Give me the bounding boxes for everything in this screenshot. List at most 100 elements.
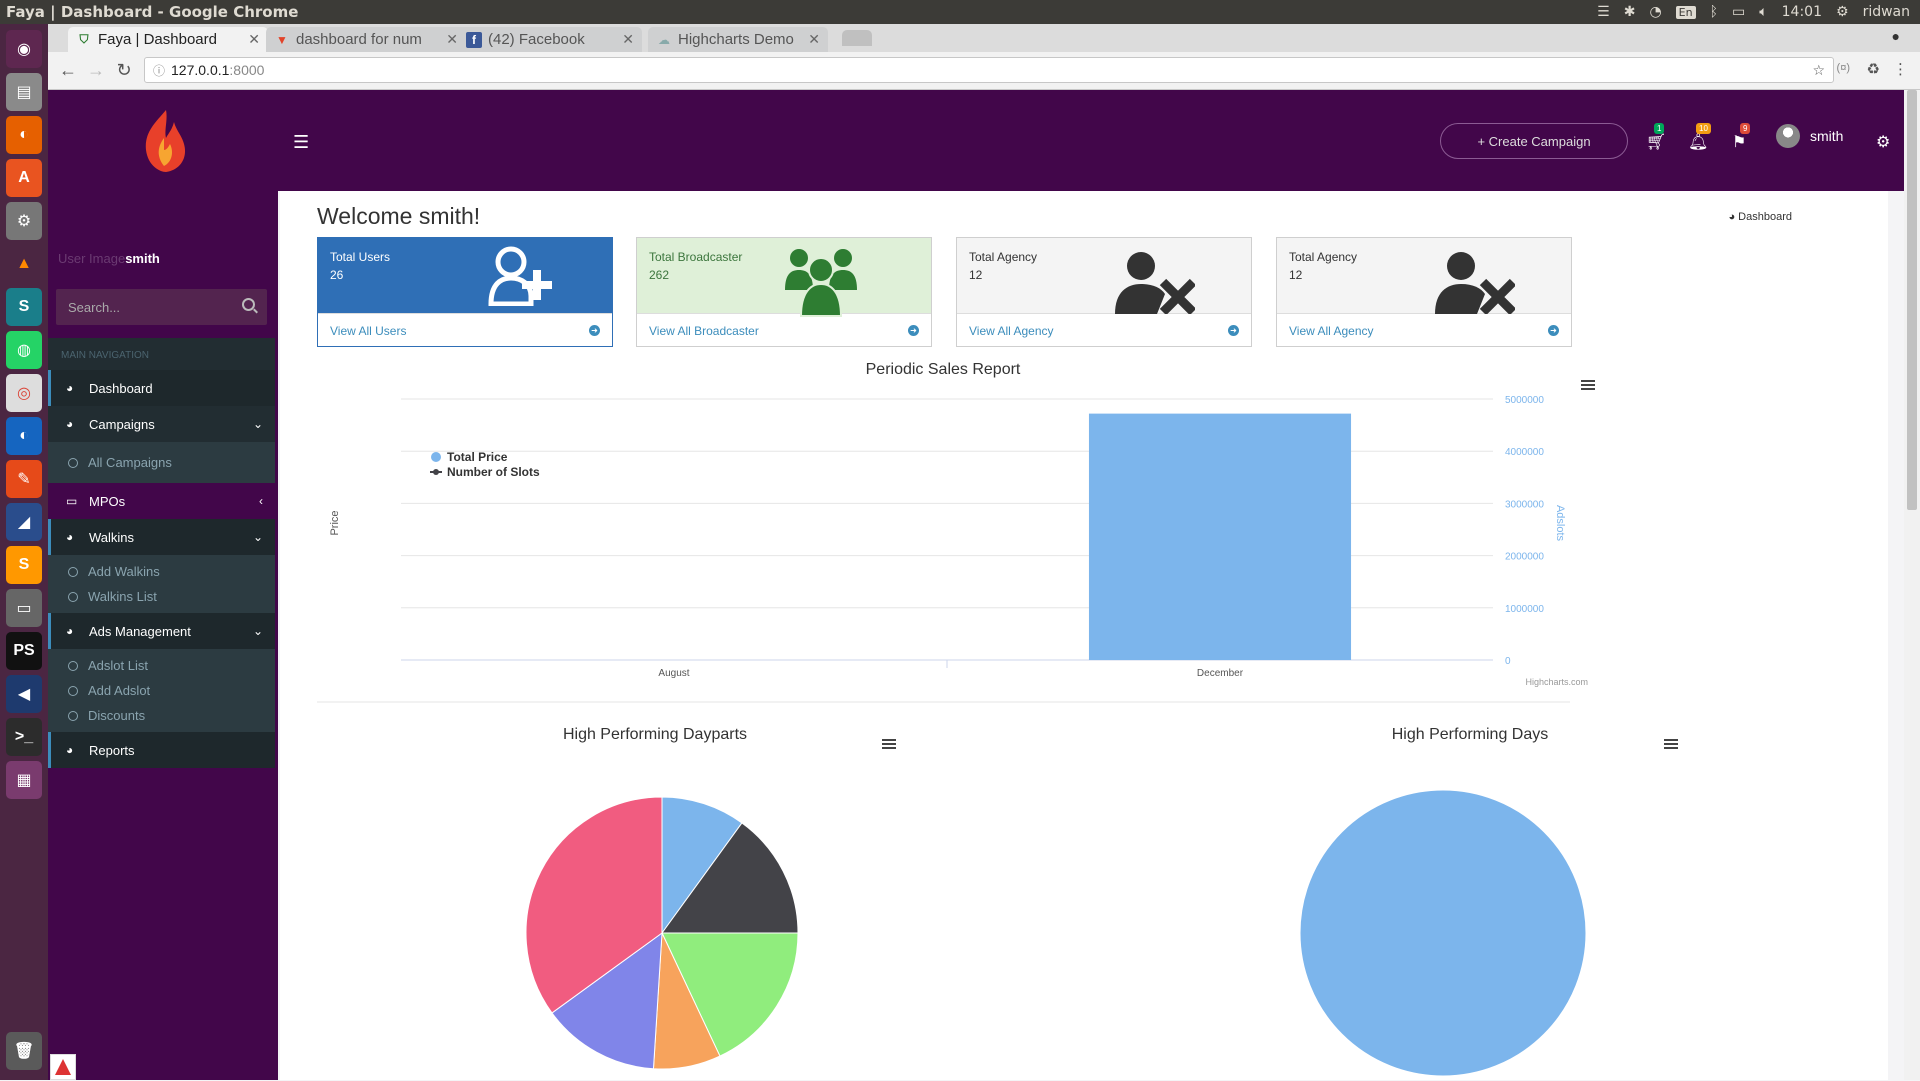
app-corner-icon[interactable] [50,1054,76,1080]
create-campaign-button[interactable]: + Create Campaign [1440,123,1628,159]
extension-icon[interactable]: ♻ [1867,60,1880,78]
back-icon[interactable]: ← [54,60,82,81]
close-icon[interactable]: ✕ [808,31,820,48]
sidebar-item-all-campaigns[interactable]: All Campaigns [48,450,275,475]
system-user[interactable]: ridwan [1863,4,1910,20]
files-icon[interactable]: ▤ [6,73,42,111]
sidebar-search-input[interactable]: Search... [56,289,267,325]
gear-icon[interactable]: ⚙ [1836,4,1849,20]
dashboard-icon: ◕ [1728,211,1739,223]
vscode-icon[interactable]: ◀ [6,675,42,713]
workspace-icon[interactable]: ▦ [6,761,42,799]
chevron-down-icon: ⌄ [252,530,263,544]
sidebar-item-reports[interactable]: ◕ Reports [48,732,275,768]
close-icon[interactable]: ✕ [622,31,634,48]
terminal-icon[interactable]: >_ [6,718,42,756]
browser-tab-gitlab[interactable]: ▼ dashboard for num ✕ [266,27,466,52]
kebab-menu-icon[interactable]: ⋮ [1893,60,1908,78]
firefox-icon[interactable]: ◐ [6,116,42,154]
phpstorm-icon[interactable]: PS [6,632,42,670]
cast-icon[interactable]: (¤) [1837,62,1850,74]
browser-tab-bar: ⛉ Faya | Dashboard ✕ ▼ dashboard for num… [48,24,1920,52]
ubuntu-icon[interactable]: ◉ [6,30,42,68]
sidebar-item-dashboard[interactable]: ◕ Dashboard [48,370,275,406]
dayparts-pie [525,796,799,1070]
view-all-agency-link[interactable]: View All Agency ➜ [957,313,1251,347]
clock[interactable]: 14:01 [1782,4,1822,20]
software-center-icon[interactable]: A [6,159,42,197]
faya-logo-icon[interactable] [136,108,192,174]
user-menu[interactable]: smith [1776,124,1843,148]
user-times-icon [1435,252,1515,314]
sidebar-item-mpos[interactable]: ▭ MPOs ‹ [48,483,275,519]
chart-menu-icon[interactable] [1664,737,1678,751]
volume-icon[interactable]: 🔈︎ [1759,4,1767,20]
scrollbar-thumb[interactable] [1907,90,1917,510]
profile-icon[interactable]: ● [1892,28,1900,44]
bluetooth-icon[interactable]: ᛒ [1710,4,1718,20]
chart-menu-icon[interactable] [1581,378,1595,392]
close-icon[interactable]: ✕ [446,31,458,48]
chrome-icon[interactable]: ◎ [6,374,42,412]
sidebar-item-ads-management[interactable]: ◕ Ads Management ⌄ [48,613,275,649]
view-all-agency-link[interactable]: View All Agency ➜ [1277,313,1571,347]
flag-icon[interactable]: ⚑ 9 [1732,123,1751,152]
breadcrumb[interactable]: ◕ Dashboard [1728,211,1792,223]
list-icon[interactable]: ☰ [1597,4,1610,20]
wifi-icon[interactable]: ◔ [1649,4,1661,20]
vlc-icon[interactable]: ▲ [6,245,42,283]
sidebar-item-campaigns[interactable]: ◕ Campaigns ⌄ [48,406,275,442]
circle-icon [68,710,78,721]
trash-icon[interactable]: 🗑︎ [6,1032,42,1070]
battery-icon[interactable]: ▭ [1732,4,1745,20]
url-input[interactable]: ⓘ 127.0.0.1:8000 ☆ [144,57,1834,83]
bell-icon[interactable]: 🔔︎ 10 [1688,123,1711,152]
cart-icon[interactable]: 🛒︎ 1 [1646,123,1666,152]
sidebar-user-panel: User Imagesmith [58,251,160,266]
window-icon[interactable]: ▭ [6,589,42,627]
circle-icon [68,685,78,696]
postman-icon[interactable]: ✎ [6,460,42,498]
view-all-users-link[interactable]: View All Users ➜ [318,313,612,347]
search-icon[interactable] [242,298,255,311]
sidebar-item-walkins-list[interactable]: Walkins List [48,584,275,609]
card-title: Total Agency [1289,250,1358,264]
system-settings-icon[interactable]: ⚙ [6,202,42,240]
app-launcher: ◉ ▤ ◐ A ⚙ ▲ S ◍ ◎ ◐ ✎ ◢ S ▭ PS ◀ >_ ▦ 🗑︎ [0,24,48,1080]
whatsapp-icon[interactable]: ◍ [6,331,42,369]
mysql-workbench-icon[interactable]: ◢ [6,503,42,541]
sidebar-username: smith [125,251,160,266]
browser-tab-highcharts[interactable]: ☁ Highcharts Demo ✕ [648,27,828,52]
sublime-icon[interactable]: S [6,546,42,584]
arrow-circle-right-icon: ➜ [908,325,919,336]
sidebar-item-discounts[interactable]: Discounts [48,703,275,728]
chart-credits[interactable]: Highcharts.com [1525,677,1588,687]
gears-icon[interactable]: ⚙ [1876,132,1890,152]
info-icon[interactable]: ⓘ [153,62,165,79]
browser-tab-faya[interactable]: ⛉ Faya | Dashboard ✕ [68,27,268,52]
forward-icon[interactable]: → [82,60,110,81]
page-scrollbar[interactable] [1904,90,1920,1080]
firefox-dev-icon[interactable]: ◐ [6,417,42,455]
settings-icon[interactable]: ✱ [1624,4,1636,20]
sidebar-item-add-walkins[interactable]: Add Walkins [48,559,275,584]
system-top-bar: Faya | Dashboard - Google Chrome ☰ ✱ ◔ E… [0,0,1920,24]
legend-item[interactable]: Total Price [447,450,508,464]
chart-menu-icon[interactable] [882,737,896,751]
x-axis-labels: August December [658,668,1243,679]
sidebar-item-add-adslot[interactable]: Add Adslot [48,678,275,703]
legend-item[interactable]: Number of Slots [447,465,540,479]
browser-tab-facebook[interactable]: f (42) Facebook ✕ [458,27,642,52]
sidebar-toggle-icon[interactable]: ☰ [293,132,309,153]
sheets-icon[interactable]: S [6,288,42,326]
star-icon[interactable]: ☆ [1812,62,1825,79]
sidebar-item-adslot-list[interactable]: Adslot List [48,653,275,678]
close-icon[interactable]: ✕ [248,31,260,48]
new-tab-button[interactable] [842,30,872,46]
sidebar-item-walkins[interactable]: ◕ Walkins ⌄ [48,519,275,555]
reload-icon[interactable]: ↻ [110,60,138,81]
input-language[interactable]: En [1675,5,1696,19]
add-user-icon [488,246,552,306]
view-all-broadcaster-link[interactable]: View All Broadcaster ➜ [637,313,931,347]
legend-marker [433,469,439,475]
